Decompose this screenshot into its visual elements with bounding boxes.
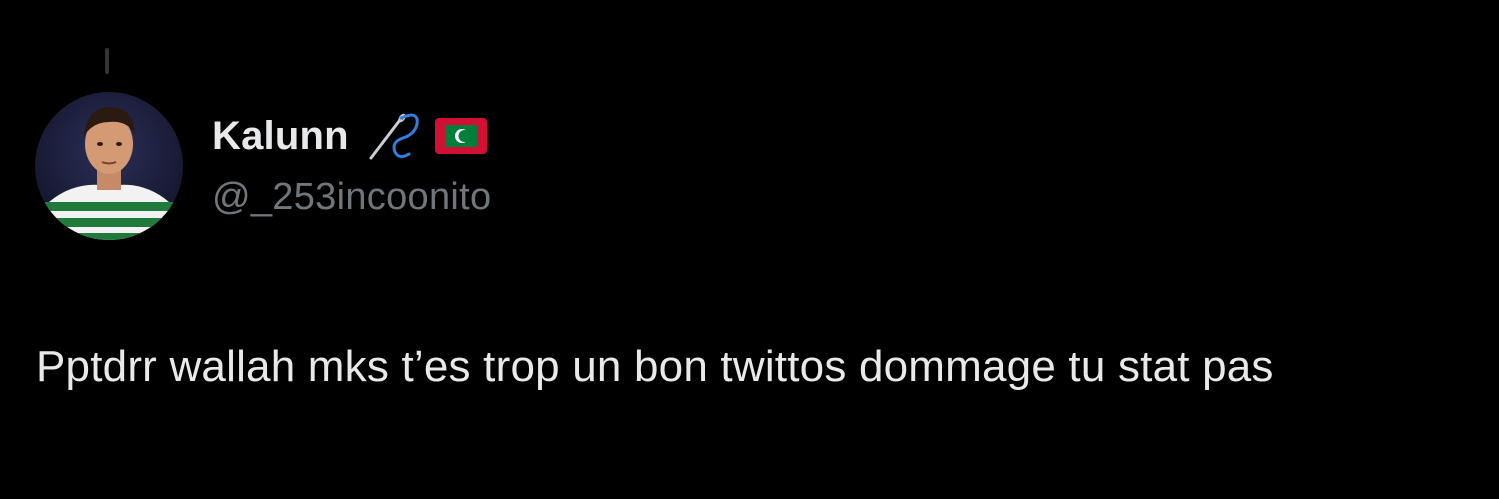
author-display-name[interactable]: Kalunn <box>212 114 349 159</box>
thread-connector-line <box>105 48 109 74</box>
author-name-row: Kalunn <box>212 108 487 164</box>
sewing-needle-icon <box>365 108 425 164</box>
maldives-flag-icon <box>434 118 487 154</box>
profile-photo-icon <box>35 92 183 240</box>
tweet-body-text: Pptdrr wallah mks t’es trop un bon twitt… <box>36 342 1274 391</box>
author-handle[interactable]: @_253incoonito <box>212 176 491 219</box>
avatar[interactable] <box>35 92 183 240</box>
